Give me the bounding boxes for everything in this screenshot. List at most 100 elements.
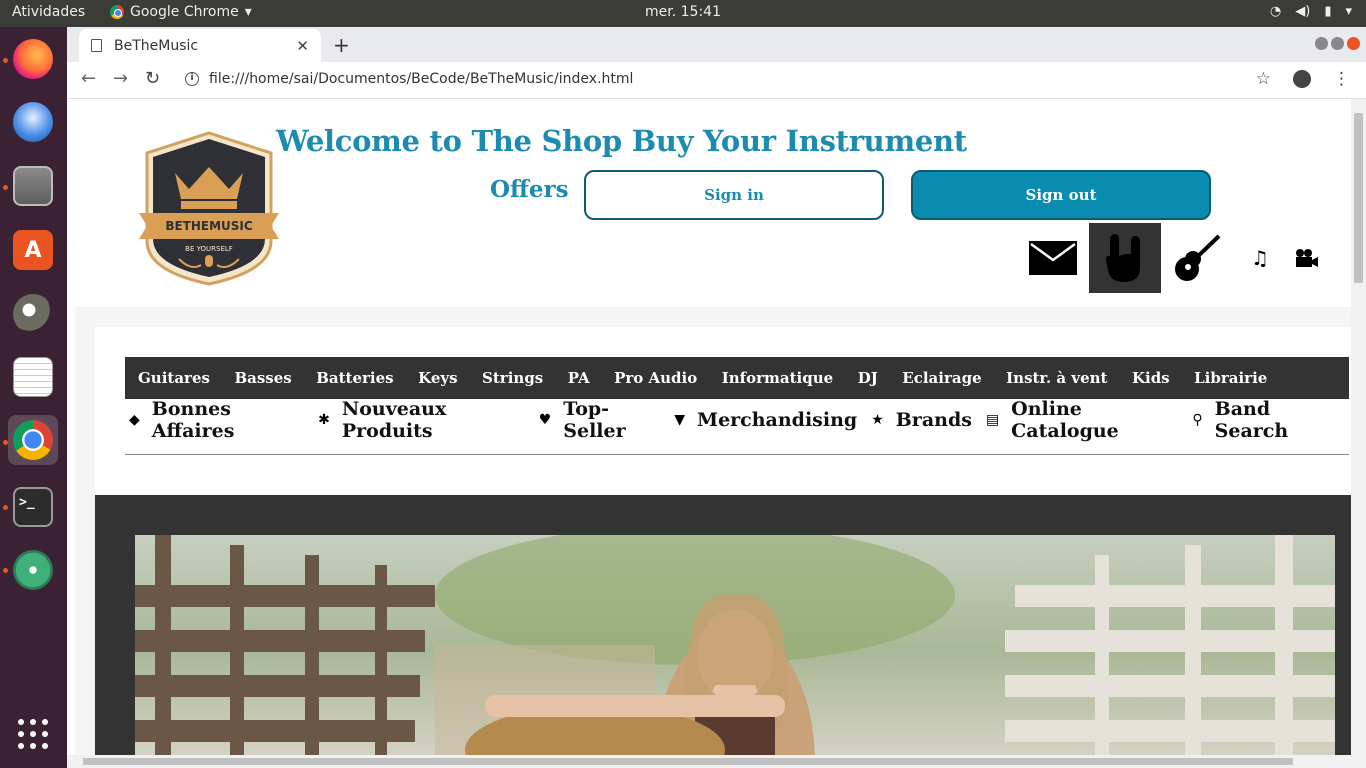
svg-text:BE YOURSELF: BE YOURSELF [185, 245, 233, 253]
tab-bethemusic[interactable]: BeTheMusic ✕ [79, 29, 321, 62]
dock-gimp[interactable] [8, 289, 58, 339]
new-tab-button[interactable]: + [333, 33, 350, 57]
video-link[interactable] [1287, 223, 1327, 293]
tshirt-icon: ▼ [674, 412, 686, 428]
dock-text-editor[interactable] [8, 352, 58, 402]
show-applications-button[interactable] [18, 719, 48, 749]
category-item[interactable]: PA [568, 369, 590, 387]
chrome-icon [110, 5, 124, 19]
category-item[interactable]: Keys [418, 369, 457, 387]
activities-button[interactable]: Atividades [12, 4, 85, 20]
page-title: Welcome to The Shop Buy Your Instrument [276, 124, 967, 158]
browser-window: BeTheMusic ✕ + ← → ↻ i file:///home/sai/… [67, 27, 1366, 768]
close-window-button[interactable] [1347, 37, 1360, 50]
svg-text:BETHEMUSIC: BETHEMUSIC [165, 219, 253, 233]
system-tray[interactable]: ◔ ◀) ▮ ▾ [1270, 4, 1352, 19]
hero-photo [135, 535, 1335, 755]
dock-firefox[interactable] [8, 34, 58, 84]
secondary-nav: ◆ Bonnes Affaires ✱ Nouveaux Produits ♥ … [129, 398, 1351, 442]
bethemusic-logo[interactable]: BETHEMUSIC BE YOURSELF [139, 131, 279, 286]
mail-link[interactable] [1017, 223, 1089, 293]
rock-hand-icon [1105, 234, 1140, 282]
window-controls [1315, 37, 1360, 50]
subnav-nouveaux-produits[interactable]: ✱ Nouveaux Produits [318, 398, 525, 442]
category-item[interactable]: Pro Audio [614, 369, 697, 387]
category-item[interactable]: Kids [1132, 369, 1170, 387]
offers-heading: Offers [490, 176, 569, 203]
dock-chrome[interactable] [8, 415, 58, 465]
category-item[interactable]: Instr. à vent [1006, 369, 1107, 387]
wifi-icon: ◔ [1269, 4, 1282, 19]
text-editor-icon [13, 357, 53, 397]
profile-avatar-icon[interactable] [1293, 70, 1311, 88]
firefox-icon [13, 39, 53, 79]
forward-button[interactable]: → [113, 68, 128, 89]
envelope-icon [1029, 241, 1077, 275]
tab-title: BeTheMusic [114, 37, 199, 54]
category-item[interactable]: Strings [482, 369, 543, 387]
book-icon: ▤ [985, 412, 1000, 428]
chevron-down-icon: ▾ [1345, 4, 1352, 19]
page-viewport: BETHEMUSIC BE YOURSELF Welcome to The Sh… [67, 99, 1351, 755]
subnav-band-search[interactable]: ⚲ Band Search [1192, 398, 1337, 442]
dock: A >_ [0, 27, 67, 768]
system-top-bar: Atividades Google Chrome ▾ mer. 15:41 ◔ … [0, 0, 1366, 27]
bookmark-star-icon[interactable]: ☆ [1256, 69, 1271, 89]
chrome-icon [13, 420, 53, 460]
atom-icon [13, 550, 53, 590]
software-center-icon: A [13, 230, 53, 270]
sign-out-button[interactable]: Sign out [911, 170, 1211, 220]
sign-in-button[interactable]: Sign in [584, 170, 884, 220]
category-item[interactable]: DJ [858, 369, 878, 387]
asterisk-icon: ✱ [318, 412, 330, 428]
thunderbird-icon [13, 102, 53, 142]
files-icon [13, 166, 53, 206]
reload-button[interactable]: ↻ [145, 68, 160, 89]
browser-toolbar: ← → ↻ i file:///home/sai/Documentos/BeCo… [67, 62, 1366, 99]
category-menu: Guitares Basses Batteries Keys Strings P… [125, 357, 1349, 399]
tag-icon: ◆ [129, 412, 140, 428]
url-text[interactable]: file:///home/sai/Documentos/BeCode/BeThe… [209, 71, 633, 87]
hero-image [135, 535, 1335, 755]
category-item[interactable]: Basses [234, 369, 291, 387]
back-button[interactable]: ← [81, 68, 96, 89]
subnav-brands[interactable]: ★ Brands [871, 409, 972, 431]
category-item[interactable]: Guitares [138, 369, 210, 387]
music-link[interactable]: ♫ [1233, 223, 1287, 293]
rock-hand-link[interactable] [1089, 223, 1161, 293]
volume-icon: ◀) [1295, 4, 1311, 19]
category-item[interactable]: Informatique [722, 369, 833, 387]
subnav-top-seller[interactable]: ♥ Top-Seller [539, 398, 661, 442]
gimp-icon [13, 294, 53, 334]
guitar-link[interactable] [1161, 223, 1233, 293]
tab-strip: BeTheMusic ✕ + [67, 27, 1366, 62]
social-icons: ♫ [1017, 223, 1327, 293]
subnav-online-catalogue[interactable]: ▤ Online Catalogue [986, 398, 1178, 442]
category-item[interactable]: Eclairage [902, 369, 981, 387]
menu-kebab-icon[interactable]: ⋮ [1333, 69, 1350, 89]
document-icon [91, 39, 102, 52]
info-icon[interactable]: i [185, 72, 199, 86]
dock-thunderbird[interactable] [8, 97, 58, 147]
dock-terminal[interactable]: >_ [8, 482, 58, 532]
subnav-merchandising[interactable]: ▼ Merchandising [674, 409, 857, 431]
address-bar[interactable]: i file:///home/sai/Documentos/BeCode/BeT… [185, 71, 633, 87]
video-camera-icon [1296, 249, 1318, 267]
heart-icon: ♥ [538, 412, 552, 428]
dock-software[interactable]: A [8, 225, 58, 275]
search-icon: ⚲ [1192, 412, 1203, 428]
close-icon[interactable]: ✕ [296, 37, 309, 55]
vertical-scrollbar[interactable] [1351, 99, 1366, 755]
dock-atom[interactable] [8, 545, 58, 595]
battery-icon: ▮ [1324, 4, 1332, 19]
subnav-bonnes-affaires[interactable]: ◆ Bonnes Affaires [129, 398, 304, 442]
category-item[interactable]: Batteries [316, 369, 393, 387]
terminal-icon: >_ [13, 487, 53, 527]
category-item[interactable]: Librairie [1194, 369, 1267, 387]
dock-files[interactable] [8, 161, 58, 211]
maximize-button[interactable] [1331, 37, 1344, 50]
minimize-button[interactable] [1315, 37, 1328, 50]
horizontal-scrollbar[interactable] [67, 755, 1366, 768]
app-menu[interactable]: Google Chrome ▾ [110, 4, 252, 20]
app-menu-label: Google Chrome [130, 4, 239, 20]
